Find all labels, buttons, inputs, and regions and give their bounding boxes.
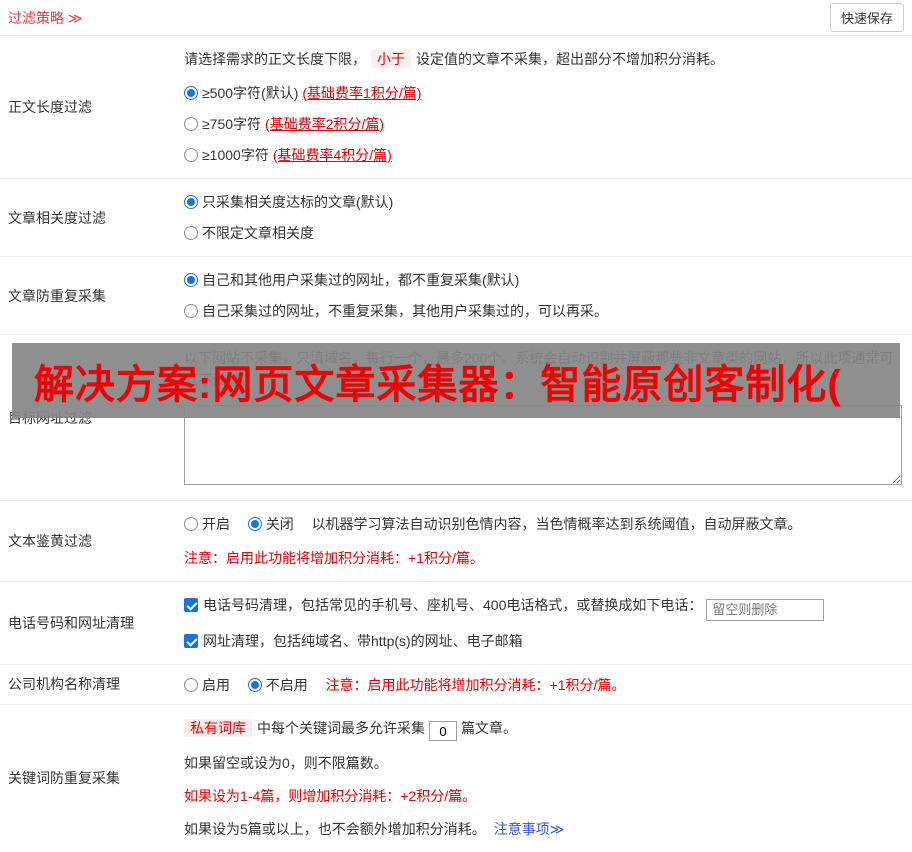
private-lexicon-highlight: 私有词库: [184, 719, 252, 737]
porn-filter-options: 开启 关闭 以机器学习算法自动识别色情内容，当色情概率达到系统阈值，自动屏蔽文章…: [184, 513, 902, 535]
max-articles-input[interactable]: [429, 721, 457, 741]
radio-button[interactable]: [248, 517, 262, 531]
row-phone-url-clean: 电话号码和网址清理 电话号码清理，包括常见的手机号、座机号、400电话格式，或替…: [0, 582, 912, 665]
phone-clean-option: 电话号码清理，包括常见的手机号、座机号、400电话格式，或替换成如下电话：: [184, 594, 902, 621]
quick-save-button[interactable]: 快速保存: [830, 3, 904, 32]
row-keyword-dedup: 关键词防重复采集 私有词库中每个关键词最多允许采集 篇文章。 如果留空或设为0，则…: [0, 705, 912, 852]
radio-label: ≥500字符(默认): [202, 85, 298, 101]
porn-filter-description: 以机器学习算法自动识别色情内容，当色情概率达到系统阈值，自动屏蔽文章。: [312, 516, 802, 532]
fee-note: (基础费率4积分/篇): [273, 147, 392, 163]
radio-label: ≥1000字符: [202, 147, 269, 163]
radio-button[interactable]: [184, 86, 198, 100]
radio-label: 开启: [202, 516, 230, 532]
page-title[interactable]: 过滤策略 ≫: [8, 8, 83, 28]
row-label: 公司机构名称清理: [0, 665, 178, 704]
row-label: 文章相关度过滤: [0, 179, 178, 256]
keyword-limit-text: 中每个关键词最多允许采集: [257, 720, 425, 736]
notice-link[interactable]: 注意事项≫: [494, 821, 565, 837]
keyword-note-cost: 如果设为1-4篇，则增加积分消耗：+2积分/篇。: [184, 785, 902, 807]
company-clean-cost-note: 注意：启用此功能将增加积分消耗：+1积分/篇。: [326, 677, 626, 693]
watermark-overlay: 解决方案:网页文章采集器：智能原创客制化(: [12, 343, 900, 418]
header-bar: 过滤策略 ≫ 快速保存: [0, 0, 912, 36]
radio-label: 自己采集过的网址，不重复采集，其他用户采集过的，可以再采。: [202, 303, 608, 319]
row-label: 关键词防重复采集: [0, 705, 178, 852]
desc-text: 请选择需求的正文长度下限，: [184, 51, 366, 67]
radio-label: 不限定文章相关度: [202, 225, 314, 241]
radio-button[interactable]: [184, 678, 198, 692]
radio-option-1000: ≥1000字符(基础费率4积分/篇): [184, 144, 902, 166]
radio-button[interactable]: [184, 304, 198, 318]
checkbox[interactable]: [184, 598, 198, 612]
radio-label: 自己和其他用户采集过的网址，都不重复采集(默认): [202, 272, 519, 288]
radio-label: 关闭: [266, 516, 294, 532]
keyword-limit-text-end: 篇文章。: [461, 720, 517, 736]
row-label: 正文长度过滤: [0, 36, 178, 178]
note-text: 如果设为5篇或以上，也不会额外增加积分消耗。: [184, 821, 486, 837]
radio-label: 只采集相关度达标的文章(默认): [202, 194, 393, 210]
row-company-clean: 公司机构名称清理 启用 不启用 注意：启用此功能将增加积分消耗：+1积分/篇。: [0, 665, 912, 705]
checkbox[interactable]: [184, 634, 198, 648]
replacement-phone-input[interactable]: [706, 599, 824, 621]
watermark-text: 解决方案:网页文章采集器：智能原创客制化(: [34, 352, 842, 410]
row-relevance-filter: 文章相关度过滤 只采集相关度达标的文章(默认) 不限定文章相关度: [0, 179, 912, 257]
radio-button[interactable]: [184, 273, 198, 287]
radio-button[interactable]: [184, 226, 198, 240]
checkbox-label: 网址清理，包括纯域名、带http(s)的网址、电子邮箱: [203, 633, 523, 649]
radio-label: ≥750字符: [202, 116, 261, 132]
row-porn-filter: 文本鉴黄过滤 开启 关闭 以机器学习算法自动识别色情内容，当色情概率达到系统阈值…: [0, 501, 912, 582]
filter-strategy-page: 过滤策略 ≫ 快速保存 正文长度过滤 请选择需求的正文长度下限， 小于设定值的文章…: [0, 0, 912, 852]
radio-option-500: ≥500字符(默认)(基础费率1积分/篇): [184, 82, 902, 104]
fee-note: (基础费率2积分/篇): [265, 116, 384, 132]
company-clean-options: 启用 不启用 注意：启用此功能将增加积分消耗：+1积分/篇。: [184, 674, 902, 696]
radio-option-self-dedup: 自己采集过的网址，不重复采集，其他用户采集过的，可以再采。: [184, 300, 902, 322]
radio-button[interactable]: [184, 148, 198, 162]
row-label: 文章防重复采集: [0, 257, 178, 334]
desc-text: 设定值的文章不采集，超出部分不增加积分消耗。: [416, 51, 724, 67]
url-clean-option: 网址清理，包括纯域名、带http(s)的网址、电子邮箱: [184, 630, 902, 652]
radio-label: 不启用: [266, 677, 308, 693]
row-text-length-filter: 正文长度过滤 请选择需求的正文长度下限， 小于设定值的文章不采集，超出部分不增加积…: [0, 36, 912, 179]
keyword-limit-line: 私有词库中每个关键词最多允许采集 篇文章。: [184, 717, 902, 742]
radio-button[interactable]: [184, 195, 198, 209]
row-label: 电话号码和网址清理: [0, 582, 178, 664]
keyword-note-five: 如果设为5篇或以上，也不会额外增加积分消耗。注意事项≫: [184, 818, 902, 840]
keyword-note-zero: 如果留空或设为0，则不限篇数。: [184, 752, 902, 774]
radio-option-relevant: 只采集相关度达标的文章(默认): [184, 191, 902, 213]
radio-button[interactable]: [184, 517, 198, 531]
checkbox-label: 电话号码清理，包括常见的手机号、座机号、400电话格式，或替换成如下电话：: [203, 597, 702, 613]
text-length-description: 请选择需求的正文长度下限， 小于设定值的文章不采集，超出部分不增加积分消耗。: [184, 48, 902, 70]
porn-filter-cost-note: 注意：启用此功能将增加积分消耗：+1积分/篇。: [184, 547, 902, 569]
radio-option-750: ≥750字符(基础费率2积分/篇): [184, 113, 902, 135]
radio-option-any: 不限定文章相关度: [184, 222, 902, 244]
fee-note: (基础费率1积分/篇): [302, 85, 421, 101]
radio-button[interactable]: [248, 678, 262, 692]
row-label: 文本鉴黄过滤: [0, 501, 178, 581]
row-dedup-collect: 文章防重复采集 自己和其他用户采集过的网址，都不重复采集(默认) 自己采集过的网…: [0, 257, 912, 335]
radio-option-global-dedup: 自己和其他用户采集过的网址，都不重复采集(默认): [184, 269, 902, 291]
less-than-highlight: 小于: [371, 50, 411, 68]
radio-button[interactable]: [184, 117, 198, 131]
radio-label: 启用: [202, 677, 230, 693]
